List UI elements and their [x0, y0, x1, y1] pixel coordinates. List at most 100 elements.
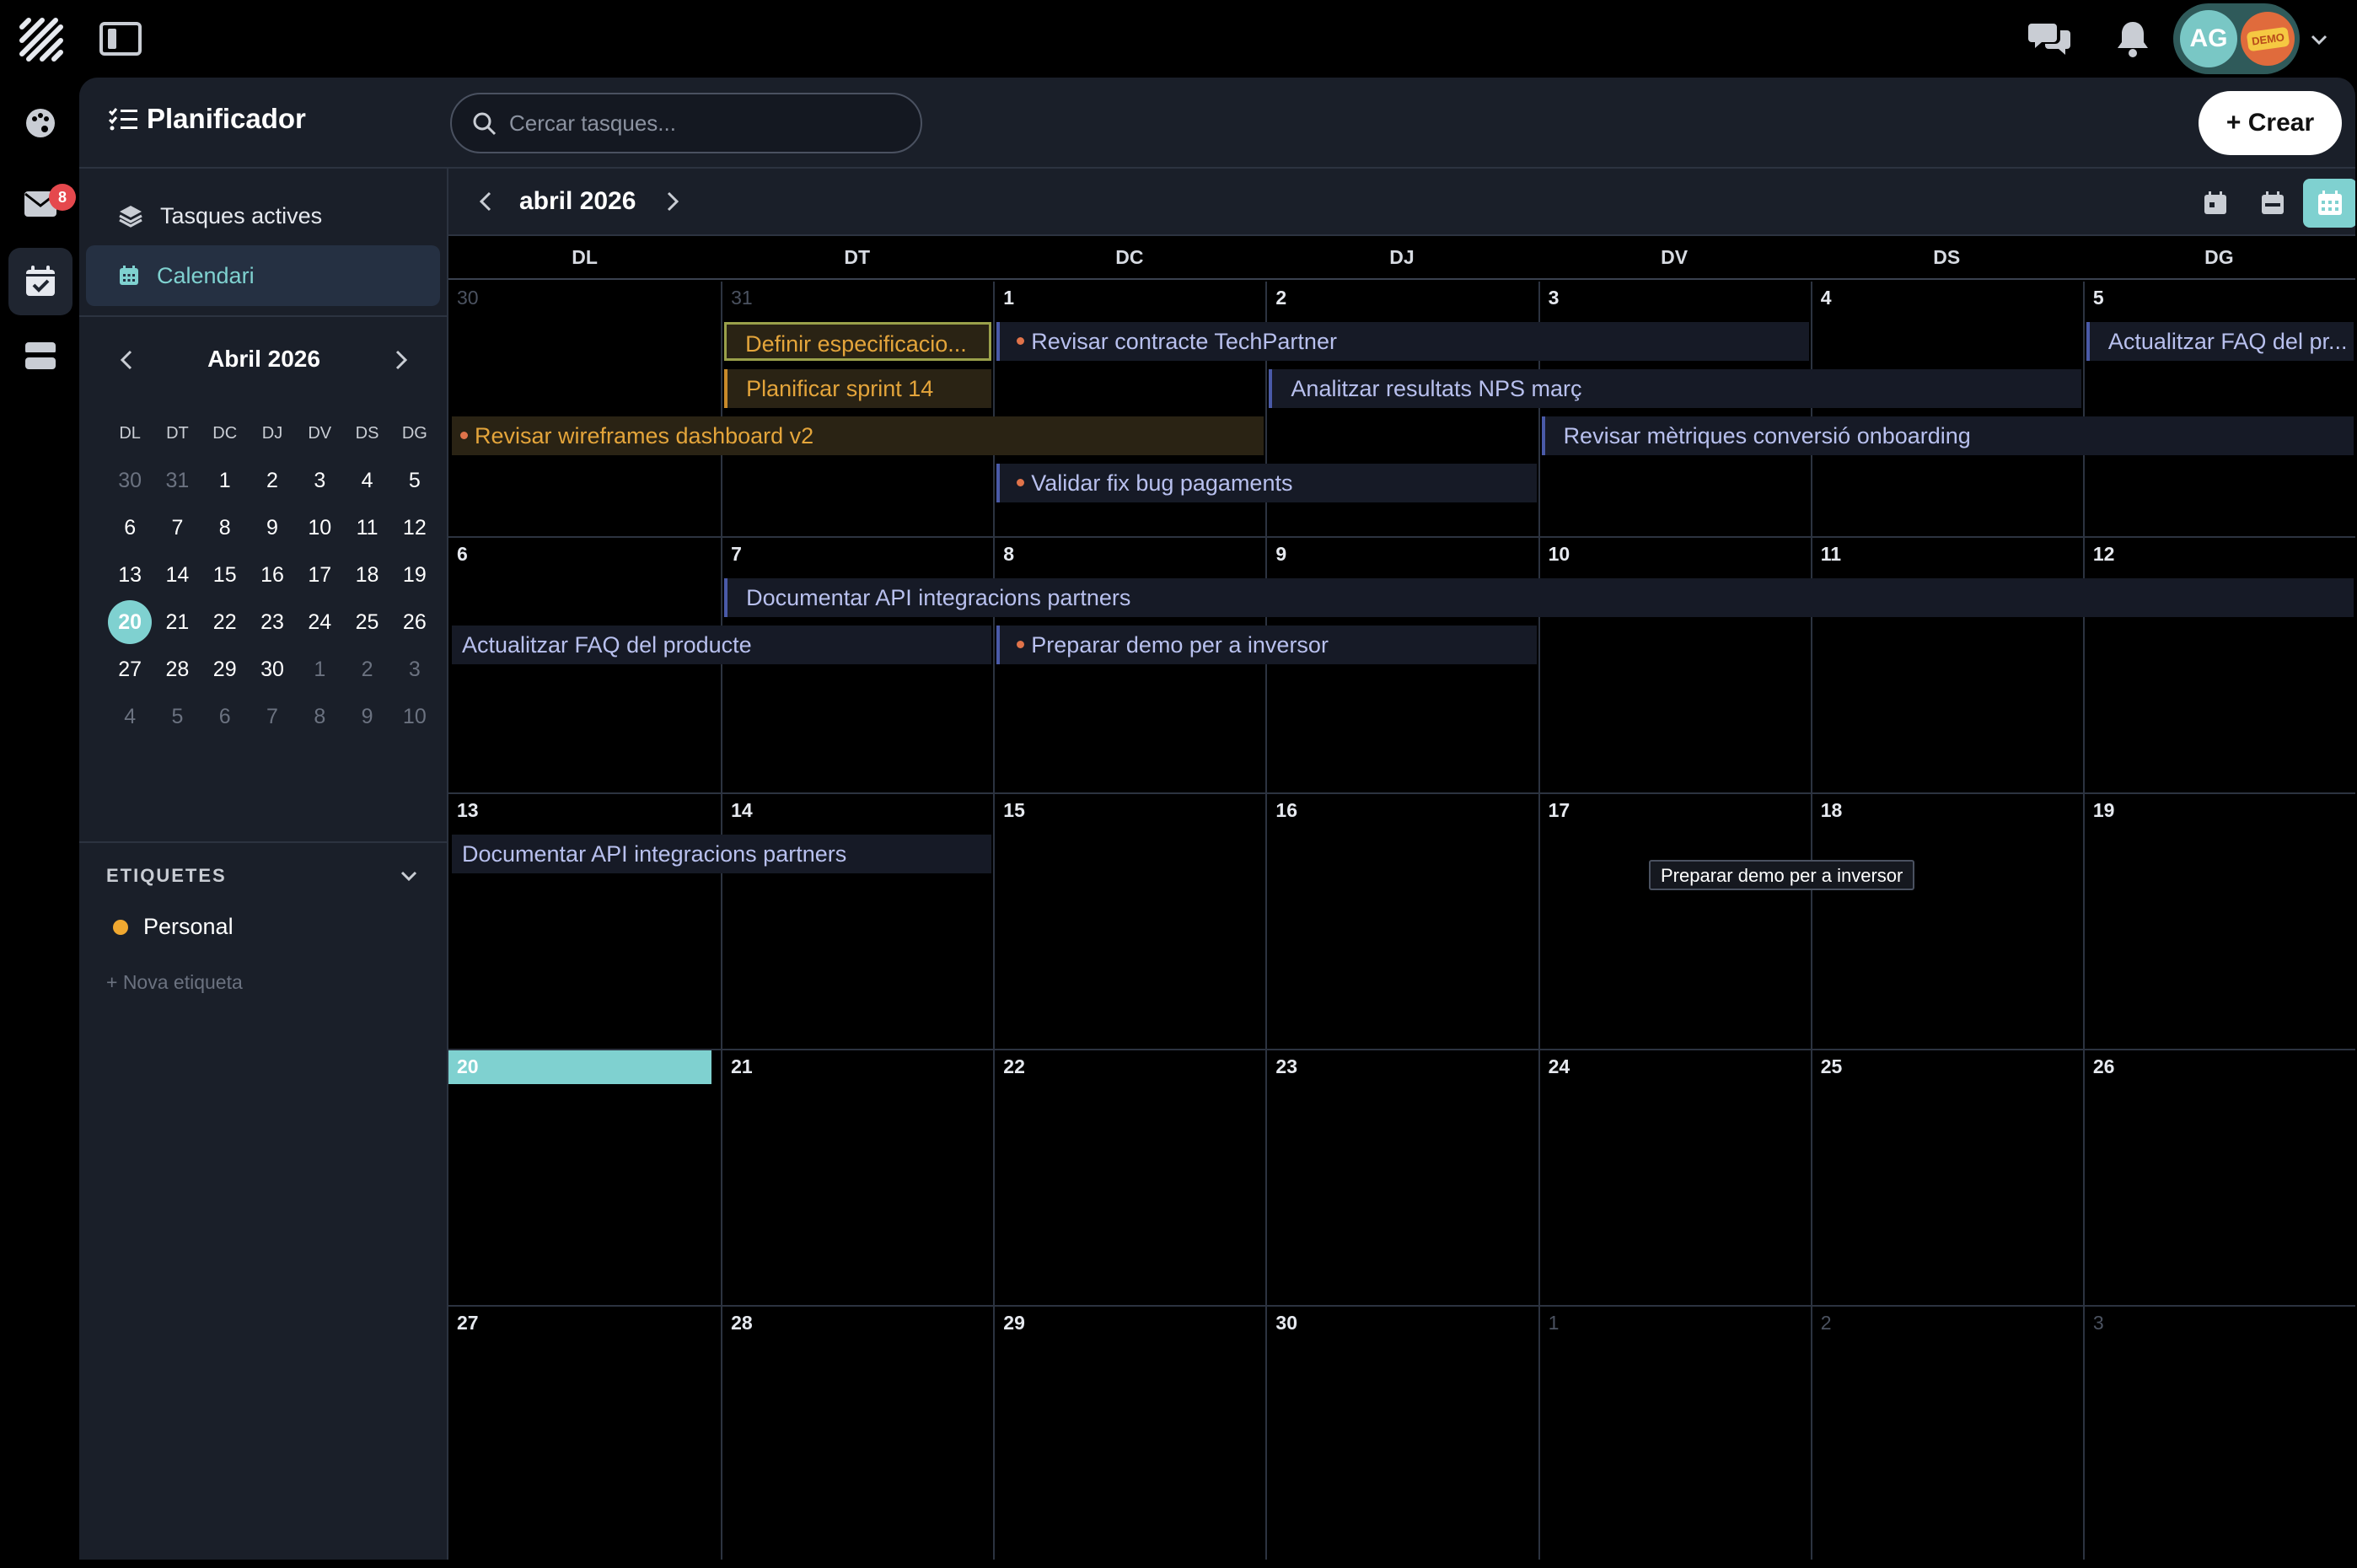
calendar-event[interactable]: Actualitzar FAQ del pr... [2086, 322, 2354, 361]
mini-day[interactable]: 31 [153, 469, 201, 493]
user-avatar[interactable]: AG [2180, 10, 2237, 67]
calendar-day-cell[interactable]: 28 [721, 1307, 993, 1560]
calendar-event[interactable]: Revisar mètriques conversió onboarding [1541, 416, 2354, 455]
mini-day[interactable]: 9 [249, 516, 296, 540]
mini-day[interactable]: 26 [391, 610, 438, 635]
calendar-day-cell[interactable]: 11 [1810, 538, 2083, 792]
sidebar-item-active-tasks[interactable]: Tasques actives [86, 185, 440, 246]
calendar-day-cell[interactable]: 16 [1265, 794, 1538, 1049]
mini-day[interactable]: 13 [106, 563, 153, 588]
mini-day[interactable]: 27 [106, 658, 153, 682]
tag-item-personal[interactable]: Personal [113, 914, 234, 940]
calendar-day-cell[interactable]: 8 [993, 538, 1265, 792]
search-box[interactable] [450, 93, 922, 153]
mini-day[interactable]: 1 [296, 658, 343, 682]
mini-day[interactable]: 25 [343, 610, 390, 635]
mini-day[interactable]: 7 [153, 516, 201, 540]
chevron-down-icon[interactable] [2308, 29, 2330, 51]
mini-day[interactable]: 2 [343, 658, 390, 682]
new-tag-button[interactable]: + Nova etiqueta [106, 971, 243, 994]
rail-storage[interactable] [8, 322, 72, 389]
mini-day[interactable]: 12 [391, 516, 438, 540]
calendar-event[interactable]: Analitzar resultats NPS març [1269, 369, 2081, 408]
mini-day[interactable]: 29 [201, 658, 249, 682]
mini-day[interactable]: 22 [201, 610, 249, 635]
view-day-button[interactable] [2188, 179, 2242, 228]
calendar-day-cell[interactable]: 27 [448, 1307, 721, 1560]
mini-day[interactable]: 1 [201, 469, 249, 493]
calendar-event[interactable]: Definir especificacio... [724, 322, 992, 361]
calendar-day-cell[interactable]: 9 [1265, 538, 1538, 792]
calendar-event[interactable]: Validar fix bug pagaments [996, 464, 1537, 502]
sidebar-item-calendar[interactable]: Calendari [86, 245, 440, 306]
app-logo-icon[interactable] [17, 15, 66, 64]
calendar-day-cell[interactable]: 26 [2082, 1050, 2355, 1305]
chevron-right-icon[interactable] [658, 187, 686, 216]
chevron-down-icon[interactable] [398, 865, 420, 887]
calendar-day-cell[interactable]: 13 [448, 794, 721, 1049]
calendar-day-cell[interactable]: 24 [1538, 1050, 1811, 1305]
calendar-day-cell[interactable]: 12 [2082, 538, 2355, 792]
mini-day[interactable]: 11 [343, 516, 390, 540]
calendar-day-cell[interactable]: 31 [721, 282, 993, 536]
mini-day[interactable]: 9 [343, 705, 390, 729]
search-input[interactable] [509, 106, 905, 140]
calendar-day-cell[interactable]: 30 [1265, 1307, 1538, 1560]
mini-day[interactable]: 14 [153, 563, 201, 588]
notification-bell-icon[interactable] [2111, 19, 2155, 59]
calendar-event[interactable]: Preparar demo per a inversor [996, 626, 1537, 664]
mini-day[interactable]: 21 [153, 610, 201, 635]
mini-day[interactable]: 30 [106, 469, 153, 493]
calendar-day-cell[interactable]: 2 [1810, 1307, 2083, 1560]
calendar-event[interactable]: Revisar wireframes dashboard v2 [452, 416, 1264, 455]
mini-day[interactable]: 10 [391, 705, 438, 729]
calendar-day-cell[interactable]: 29 [993, 1307, 1265, 1560]
mini-day[interactable]: 3 [296, 469, 343, 493]
chevron-left-icon[interactable] [472, 187, 501, 216]
calendar-day-cell[interactable]: 25 [1810, 1050, 2083, 1305]
mini-day[interactable]: 17 [296, 563, 343, 588]
calendar-day-cell[interactable]: 20 [448, 1050, 721, 1305]
calendar-day-cell[interactable]: 1 [1538, 1307, 1811, 1560]
mini-day[interactable]: 8 [296, 705, 343, 729]
mini-day[interactable]: 2 [249, 469, 296, 493]
mini-day[interactable]: 4 [343, 469, 390, 493]
calendar-event[interactable]: Documentar API integracions partners [724, 578, 2354, 617]
rail-planner[interactable] [8, 248, 72, 315]
mini-day[interactable]: 16 [249, 563, 296, 588]
mini-day[interactable]: 7 [249, 705, 296, 729]
calendar-day-cell[interactable]: 19 [2082, 794, 2355, 1049]
mini-day[interactable]: 19 [391, 563, 438, 588]
rail-inbox[interactable]: 8 [8, 170, 76, 238]
calendar-day-cell[interactable]: 21 [721, 1050, 993, 1305]
calendar-day-cell[interactable]: 10 [1538, 538, 1811, 792]
workspace-avatar[interactable]: DEMO [2241, 12, 2295, 66]
calendar-day-cell[interactable]: 17 [1538, 794, 1811, 1049]
mini-day-today[interactable]: 20 [106, 600, 153, 644]
mini-day[interactable]: 6 [201, 705, 249, 729]
mini-day[interactable]: 30 [249, 658, 296, 682]
calendar-day-cell[interactable]: 3 [2082, 1307, 2355, 1560]
calendar-day-cell[interactable]: 7 [721, 538, 993, 792]
calendar-day-cell[interactable]: 6 [448, 538, 721, 792]
chat-icon[interactable] [2028, 19, 2072, 59]
chevron-right-icon[interactable] [386, 346, 415, 374]
mini-day[interactable]: 6 [106, 516, 153, 540]
mini-day[interactable]: 5 [153, 705, 201, 729]
mini-day[interactable]: 24 [296, 610, 343, 635]
calendar-day-cell[interactable]: 18 [1810, 794, 2083, 1049]
mini-day[interactable]: 8 [201, 516, 249, 540]
view-week-button[interactable] [2246, 179, 2300, 228]
calendar-event[interactable]: Documentar API integracions partners [452, 835, 992, 873]
mini-day[interactable]: 5 [391, 469, 438, 493]
mini-day[interactable]: 28 [153, 658, 201, 682]
mini-day[interactable]: 18 [343, 563, 390, 588]
account-switcher[interactable]: AG DEMO [2173, 3, 2300, 74]
calendar-day-cell[interactable]: 30 [448, 282, 721, 536]
rail-dashboard[interactable] [8, 89, 72, 157]
calendar-day-cell[interactable]: 23 [1265, 1050, 1538, 1305]
calendar-event[interactable]: Revisar contracte TechPartner [996, 322, 1809, 361]
calendar-day-cell[interactable]: 15 [993, 794, 1265, 1049]
calendar-day-cell[interactable]: 22 [993, 1050, 1265, 1305]
create-button[interactable]: + Crear [2199, 91, 2342, 155]
